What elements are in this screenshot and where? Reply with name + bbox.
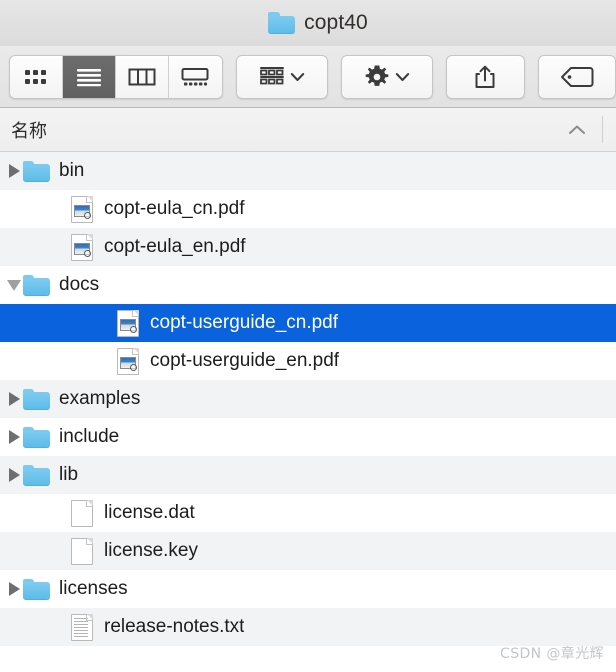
text-document-icon (70, 613, 93, 641)
file-row[interactable]: lib (0, 456, 616, 494)
file-name: copt-eula_en.pdf (104, 236, 246, 257)
folder-icon (268, 12, 296, 34)
file-icon-wrap (23, 576, 50, 602)
icon-view-button[interactable] (10, 55, 63, 98)
column-divider (602, 116, 603, 143)
folder-icon (23, 160, 50, 182)
file-row[interactable]: examples (0, 380, 616, 418)
disclosure-triangle-collapsed-icon[interactable] (5, 570, 23, 608)
file-name: licenses (59, 578, 128, 599)
file-row[interactable]: release-notes.txt (0, 608, 616, 646)
file-icon-wrap (68, 195, 95, 223)
document-icon (70, 499, 93, 527)
file-icon-wrap (23, 158, 50, 184)
file-name: include (59, 426, 120, 447)
folder-icon (23, 464, 50, 486)
file-row[interactable]: license.key (0, 532, 616, 570)
pdf-icon (116, 347, 139, 375)
file-row[interactable]: copt-eula_cn.pdf (0, 190, 616, 228)
disclosure-triangle-expanded-icon[interactable] (5, 266, 23, 304)
pdf-icon (116, 309, 139, 337)
columns-icon (128, 68, 156, 85)
file-icon-wrap (68, 537, 95, 565)
folder-icon (23, 578, 50, 600)
file-row[interactable]: include (0, 418, 616, 456)
file-name: license.dat (104, 502, 195, 523)
share-icon (475, 65, 495, 88)
view-mode-segmented-control[interactable] (9, 54, 223, 99)
file-name: copt-userguide_en.pdf (150, 350, 340, 371)
file-name: release-notes.txt (104, 616, 245, 637)
disclosure-triangle-collapsed-icon[interactable] (5, 418, 23, 456)
group-by-button[interactable] (235, 54, 328, 99)
action-button[interactable] (340, 54, 434, 99)
gallery-view-button[interactable] (169, 56, 222, 98)
file-row[interactable]: bin (0, 152, 616, 190)
window-title-group: copt40 (268, 11, 368, 35)
column-header[interactable]: 名称 (0, 108, 616, 152)
grid-icon (24, 69, 46, 84)
file-name: copt-userguide_cn.pdf (150, 312, 339, 333)
pdf-icon (70, 233, 93, 261)
file-icon-wrap (68, 233, 95, 261)
toolbar (0, 46, 616, 108)
folder-icon (23, 274, 50, 296)
page-title: copt40 (304, 11, 368, 34)
chevron-up-icon (569, 125, 585, 134)
file-icon-wrap (114, 309, 141, 337)
file-row[interactable]: copt-userguide_en.pdf (0, 342, 616, 380)
list-icon (76, 68, 101, 86)
file-row[interactable]: docs (0, 266, 616, 304)
file-icon-wrap (114, 347, 141, 375)
file-icon-wrap (23, 272, 50, 298)
column-view-button[interactable] (116, 55, 169, 98)
file-row[interactable]: copt-userguide_cn.pdf (0, 304, 616, 342)
tag-button[interactable] (537, 54, 616, 99)
tag-icon (560, 66, 594, 87)
disclosure-triangle-collapsed-icon[interactable] (5, 152, 23, 190)
column-header-name: 名称 (11, 120, 47, 142)
gear-icon (365, 65, 389, 86)
file-list[interactable]: bin copt-eula_cn.pdf copt-eula_en.pdf docs c… (0, 152, 616, 672)
finder-window: copt40 名称 bin copt-eula_cn.pdf copt-eula… (0, 0, 616, 672)
chevron-down-icon (290, 72, 305, 81)
file-icon-wrap (23, 386, 50, 412)
folder-icon (23, 388, 50, 410)
file-name: examples (59, 388, 141, 409)
file-icon-wrap (68, 613, 95, 641)
file-icon-wrap (23, 424, 50, 450)
file-name: lib (59, 464, 79, 485)
file-name: copt-eula_cn.pdf (104, 198, 245, 219)
pdf-icon (70, 195, 93, 223)
chevron-down-icon (395, 72, 410, 81)
file-icon-wrap (68, 499, 95, 527)
file-row[interactable]: licenses (0, 570, 616, 608)
gallery-icon (181, 67, 209, 85)
document-icon (70, 537, 93, 565)
file-name: bin (59, 160, 85, 181)
title-bar: copt40 (0, 0, 616, 46)
folder-icon (23, 426, 50, 448)
file-row[interactable]: copt-eula_en.pdf (0, 228, 616, 266)
share-button[interactable] (446, 54, 525, 99)
disclosure-triangle-collapsed-icon[interactable] (5, 456, 23, 494)
file-icon-wrap (23, 462, 50, 488)
file-name: license.key (104, 540, 198, 561)
disclosure-triangle-collapsed-icon[interactable] (5, 380, 23, 418)
file-row[interactable]: license.dat (0, 494, 616, 532)
list-view-button[interactable] (62, 55, 116, 98)
group-icon (259, 66, 284, 84)
file-name: docs (59, 274, 100, 295)
